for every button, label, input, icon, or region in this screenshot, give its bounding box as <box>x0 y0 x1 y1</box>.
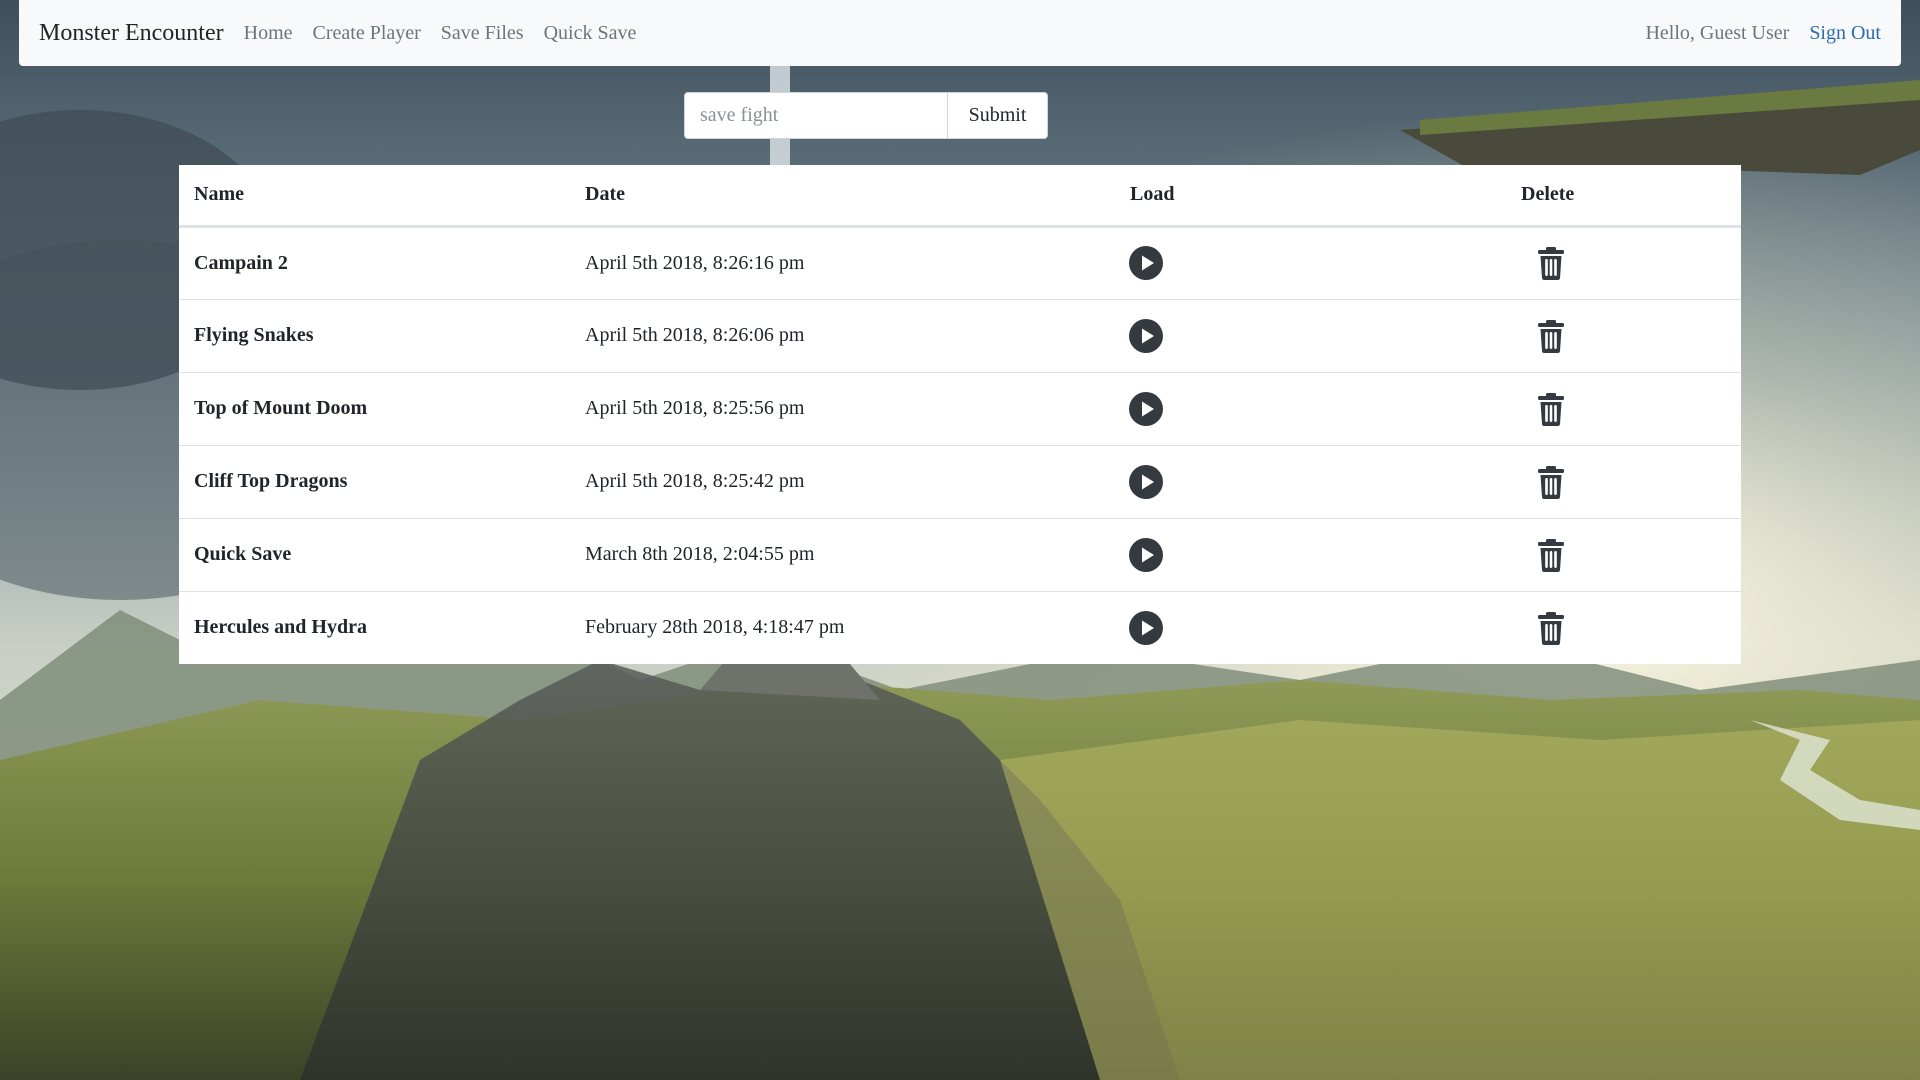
nav-link-quick-save[interactable]: Quick Save <box>544 22 637 45</box>
trash-icon[interactable] <box>1533 318 1569 354</box>
table-header-row: Name Date Load Delete <box>179 165 1741 228</box>
save-name-input[interactable] <box>684 92 948 139</box>
table-row: Campain 2 April 5th 2018, 8:26:16 pm <box>179 226 1741 299</box>
save-date: February 28th 2018, 4:18:47 pm <box>570 590 1115 664</box>
table-row: Quick Save March 8th 2018, 2:04:55 pm <box>179 517 1741 591</box>
play-circle-icon[interactable] <box>1128 318 1164 354</box>
nav-link-save-files[interactable]: Save Files <box>441 22 524 45</box>
play-circle-icon[interactable] <box>1128 391 1164 427</box>
save-name: Top of Mount Doom <box>179 371 570 445</box>
load-cell <box>1115 590 1506 664</box>
delete-cell <box>1506 371 1741 445</box>
trash-icon[interactable] <box>1533 537 1569 573</box>
brand-logo[interactable]: Monster Encounter <box>39 20 224 47</box>
play-circle-icon[interactable] <box>1128 245 1164 281</box>
save-date: April 5th 2018, 8:26:16 pm <box>585 251 805 274</box>
save-name: Flying Snakes <box>179 298 570 372</box>
delete-cell <box>1506 590 1741 664</box>
save-name: Hercules and Hydra <box>179 590 570 664</box>
table-row: Top of Mount Doom April 5th 2018, 8:25:5… <box>179 371 1741 445</box>
table-row: Cliff Top Dragons April 5th 2018, 8:25:4… <box>179 444 1741 518</box>
delete-cell <box>1506 517 1741 591</box>
play-circle-icon[interactable] <box>1128 464 1164 500</box>
save-date: April 5th 2018, 8:26:06 pm <box>570 298 1115 372</box>
nav-user-area: Hello, Guest User Sign Out <box>1645 22 1881 45</box>
trash-icon[interactable] <box>1533 245 1569 281</box>
trash-icon[interactable] <box>1533 464 1569 500</box>
delete-cell <box>1506 226 1741 299</box>
column-header-name: Name <box>179 165 570 228</box>
load-cell <box>1115 371 1506 445</box>
save-date: March 8th 2018, 2:04:55 pm <box>570 517 1115 591</box>
column-header-load: Load <box>1115 165 1506 228</box>
trash-icon[interactable] <box>1533 391 1569 427</box>
save-name: Cliff Top Dragons <box>179 444 570 518</box>
column-header-delete: Delete <box>1506 165 1741 228</box>
save-name: Campain 2 <box>194 251 288 274</box>
save-name: Quick Save <box>179 517 570 591</box>
submit-button[interactable]: Submit <box>948 92 1048 139</box>
save-date: April 5th 2018, 8:25:42 pm <box>570 444 1115 518</box>
play-circle-icon[interactable] <box>1128 537 1164 573</box>
table-row: Hercules and Hydra February 28th 2018, 4… <box>179 590 1741 664</box>
load-cell <box>1115 517 1506 591</box>
load-cell <box>1115 444 1506 518</box>
delete-cell <box>1506 444 1741 518</box>
table-row: Flying Snakes April 5th 2018, 8:26:06 pm <box>179 298 1741 372</box>
user-greeting: Hello, Guest User <box>1645 21 1790 44</box>
delete-cell <box>1506 298 1741 372</box>
save-form: Submit <box>684 92 1048 139</box>
save-date: April 5th 2018, 8:25:56 pm <box>570 371 1115 445</box>
trash-icon[interactable] <box>1533 610 1569 646</box>
load-cell <box>1115 226 1506 299</box>
column-header-date: Date <box>570 165 1115 228</box>
sign-out-link[interactable]: Sign Out <box>1809 22 1881 45</box>
load-cell <box>1115 298 1506 372</box>
nav-link-create-player[interactable]: Create Player <box>313 22 421 45</box>
nav-link-home[interactable]: Home <box>244 22 293 45</box>
save-files-table: Name Date Load Delete Campain 2 April 5t… <box>179 165 1741 664</box>
top-navbar: Monster Encounter Home Create Player Sav… <box>19 0 1901 66</box>
play-circle-icon[interactable] <box>1128 610 1164 646</box>
